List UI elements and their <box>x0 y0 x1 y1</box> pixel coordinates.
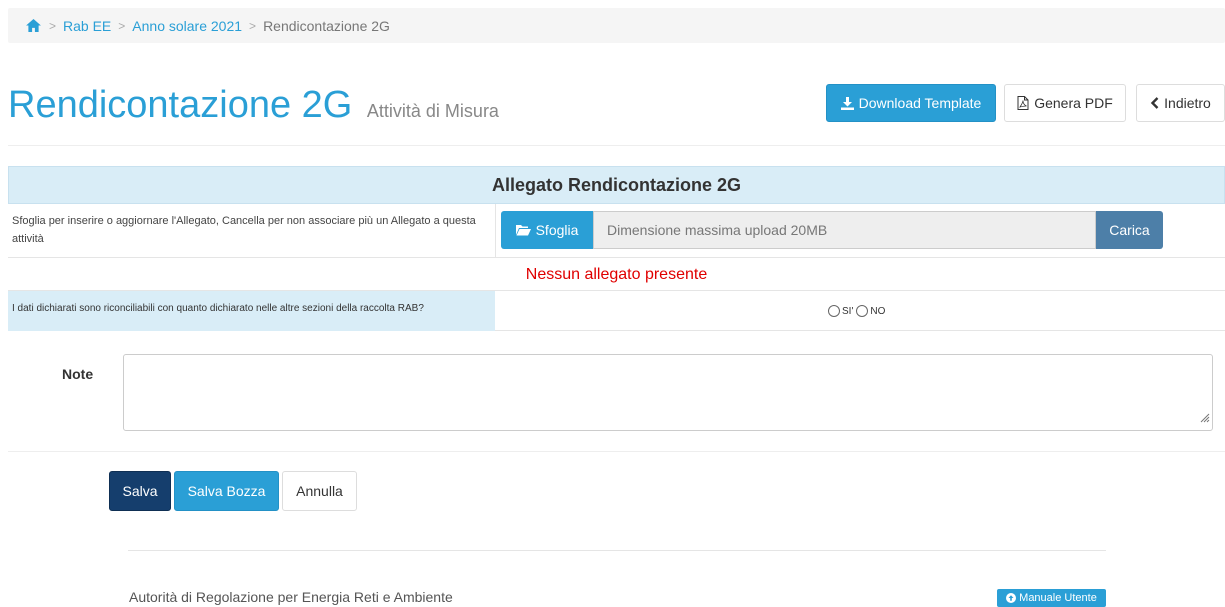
upload-button[interactable]: Carica <box>1096 211 1163 249</box>
cancel-button[interactable]: Annulla <box>282 471 357 511</box>
browse-button[interactable]: Sfoglia <box>501 211 593 249</box>
page-title-text: Rendicontazione 2G <box>8 84 353 126</box>
info-circle-icon <box>1006 593 1017 603</box>
home-icon[interactable] <box>26 19 42 33</box>
upload-row: Sfoglia per inserire o aggiornare l'Alle… <box>8 204 1225 258</box>
attachment-panel: Allegato Rendicontazione 2G Sfoglia per … <box>8 166 1225 331</box>
divider <box>8 451 1225 452</box>
genera-pdf-button[interactable]: Genera PDF <box>1004 84 1126 122</box>
download-icon <box>840 96 854 110</box>
upload-group: Sfoglia Dimensione massima upload 20MB C… <box>501 211 1163 249</box>
upload-description: Sfoglia per inserire o aggiornare l'Alle… <box>12 215 476 245</box>
page-header: Rendicontazione 2G Attività di Misura Do… <box>8 80 1225 146</box>
chevron-left-icon <box>1150 97 1159 109</box>
breadcrumb: > Rab EE > Anno solare 2021 > Rendiconta… <box>8 8 1225 43</box>
breadcrumb-separator: > <box>49 18 57 33</box>
resize-grip-icon[interactable] <box>1200 410 1210 428</box>
back-button[interactable]: Indietro <box>1136 84 1225 122</box>
back-label: Indietro <box>1164 95 1211 111</box>
upload-file-input[interactable]: Dimensione massima upload 20MB <box>593 211 1096 249</box>
user-manual-label: Manuale Utente <box>1019 592 1097 604</box>
breadcrumb-link-anno-solare[interactable]: Anno solare 2021 <box>132 18 242 34</box>
page-title: Rendicontazione 2G Attività di Misura <box>8 80 499 136</box>
column-divider <box>495 204 496 258</box>
reconciliation-radio-group: SI' NO <box>828 305 885 317</box>
breadcrumb-link-rab-ee[interactable]: Rab EE <box>63 18 111 34</box>
radio-yes-label: SI' <box>842 305 854 317</box>
save-button[interactable]: Salva <box>109 471 171 511</box>
browse-label: Sfoglia <box>535 222 579 238</box>
breadcrumb-separator: > <box>118 18 126 33</box>
breadcrumb-separator: > <box>249 18 257 33</box>
pdf-file-icon <box>1017 96 1029 110</box>
save-draft-button[interactable]: Salva Bozza <box>174 471 279 511</box>
genera-pdf-label: Genera PDF <box>1034 95 1113 111</box>
radio-no[interactable] <box>856 305 869 317</box>
radio-no-label: NO <box>870 305 886 317</box>
question-row: I dati dichiarati sono riconciliabili co… <box>8 291 1225 331</box>
user-manual-button[interactable]: Manuale Utente <box>997 589 1106 607</box>
page-subtitle: Attività di Misura <box>366 101 499 121</box>
panel-title: Allegato Rendicontazione 2G <box>8 166 1225 204</box>
reconciliation-question: I dati dichiarati sono riconciliabili co… <box>8 291 495 331</box>
no-attachment-message: Nessun allegato presente <box>8 258 1225 291</box>
note-label: Note <box>62 366 94 382</box>
radio-yes[interactable] <box>828 305 840 317</box>
download-template-label: Download Template <box>858 95 982 111</box>
breadcrumb-current: Rendicontazione 2G <box>263 17 390 34</box>
footer-divider <box>128 550 1106 551</box>
download-template-button[interactable]: Download Template <box>826 84 996 122</box>
folder-open-icon <box>515 224 531 236</box>
note-textarea[interactable] <box>123 354 1213 431</box>
footer-organization: Autorità di Regolazione per Energia Reti… <box>129 589 453 605</box>
